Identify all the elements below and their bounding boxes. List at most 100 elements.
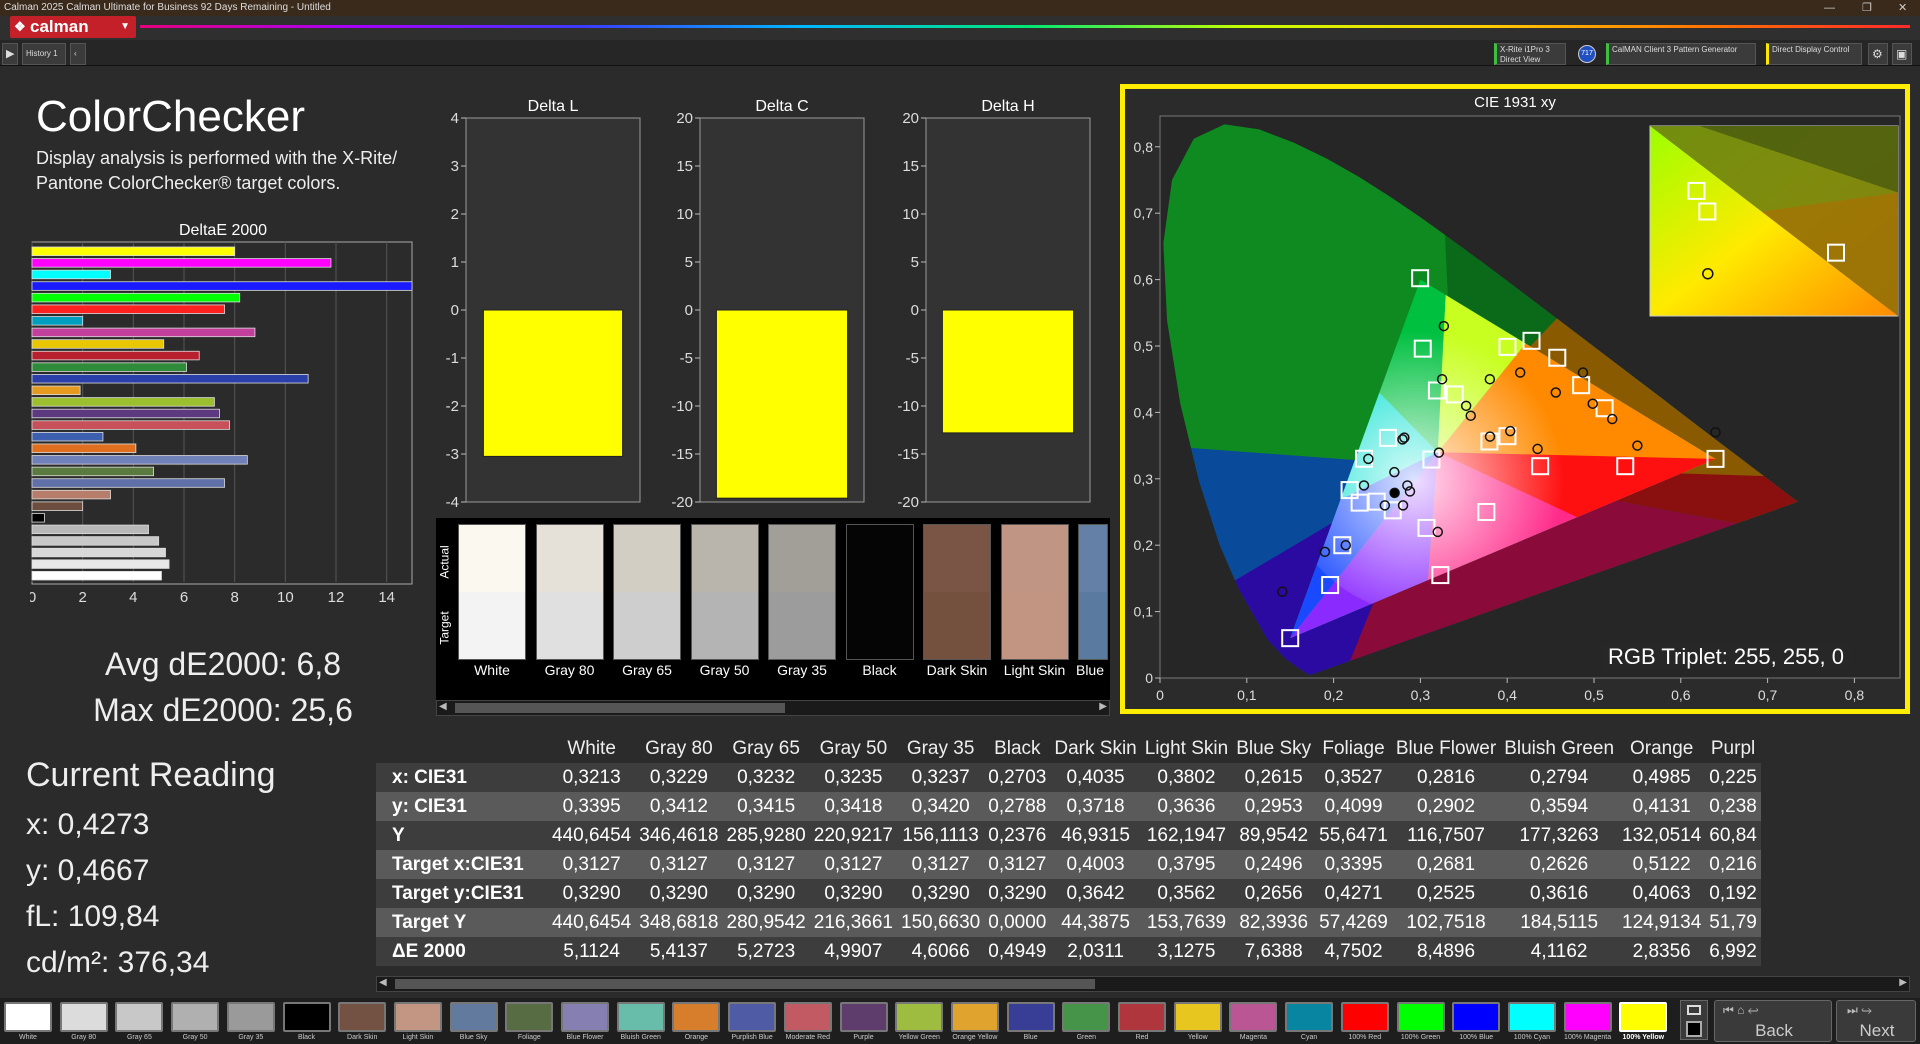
deltae-bar xyxy=(31,258,332,268)
patch-blue-sky[interactable] xyxy=(449,1002,498,1032)
deltae-bar xyxy=(31,536,160,546)
swatch-black[interactable] xyxy=(845,524,914,660)
table-cell: 0,3395 xyxy=(548,792,636,821)
patch-blue[interactable] xyxy=(1006,1002,1055,1032)
patch-bluish-green[interactable] xyxy=(616,1002,665,1032)
stop-square-icon xyxy=(1687,1005,1701,1015)
settings-icon[interactable]: ⚙ xyxy=(1868,43,1888,65)
swatch-blue[interactable] xyxy=(1078,524,1108,660)
swatch-white[interactable] xyxy=(458,524,526,660)
delta-tick-label: -20 xyxy=(897,494,919,511)
patch-gray-35[interactable] xyxy=(226,1002,275,1032)
patch-label: Red xyxy=(1135,1034,1149,1041)
patch-yellow[interactable] xyxy=(1173,1002,1222,1032)
delta-tick-label: 20 xyxy=(676,110,693,127)
patch-black[interactable] xyxy=(282,1002,331,1032)
table-cell: 4,6066 xyxy=(897,937,985,966)
patch-purplish-blue[interactable] xyxy=(728,1002,777,1032)
patch-gray-80[interactable] xyxy=(59,1002,108,1032)
table-column-header: Blue Flower xyxy=(1395,737,1497,759)
cie-x-tick-label: 0,6 xyxy=(1671,687,1691,703)
table-row-label: Y xyxy=(376,821,548,850)
patch-green[interactable] xyxy=(1062,1002,1111,1032)
patch-orange-yellow[interactable] xyxy=(950,1002,999,1032)
pattern-generator-selector[interactable]: CalMAN Client 3 Pattern Generator xyxy=(1606,43,1756,65)
delta-tick-label: 4 xyxy=(451,110,459,127)
patch-moderate-red[interactable] xyxy=(783,1002,832,1032)
swatch-label: Black xyxy=(862,662,897,678)
page-title: ColorChecker xyxy=(36,92,305,141)
patch-blue-flower[interactable] xyxy=(561,1002,609,1032)
patch-label: Purple xyxy=(853,1034,874,1041)
minimize-icon[interactable]: — xyxy=(1824,0,1835,16)
table-row: Target y:CIE31 0,3290 0,3290 0,3290 0,3290 0,… xyxy=(376,879,1761,908)
history-tab[interactable]: History 1 xyxy=(22,43,66,65)
table-cell: 0,2626 xyxy=(1500,850,1619,879)
patch-foliage[interactable] xyxy=(505,1002,554,1032)
table-scroll-left-icon[interactable]: ◀ xyxy=(379,977,387,988)
calman-logo[interactable]: ❖ calman ▼ xyxy=(10,16,136,38)
patch-100-yellow[interactable] xyxy=(1619,1002,1668,1032)
swatch-gray-65[interactable] xyxy=(613,524,681,660)
patch-100-magenta[interactable] xyxy=(1563,1002,1612,1032)
next-button[interactable]: ⏭ ↪ Next xyxy=(1836,1000,1916,1042)
patch-gray-65[interactable] xyxy=(115,1002,164,1032)
layout-icon[interactable]: ▣ xyxy=(1892,43,1912,65)
patch-red[interactable] xyxy=(1118,1002,1166,1032)
swatch-gray-35[interactable] xyxy=(768,524,836,660)
patch-white[interactable] xyxy=(4,1002,52,1032)
back-button[interactable]: ⏮ ⌂ ↩ Back xyxy=(1714,1000,1832,1042)
patch-dark-skin[interactable] xyxy=(338,1002,387,1032)
cie-y-tick-label: 0,4 xyxy=(1134,404,1154,420)
patch-orange[interactable] xyxy=(672,1002,721,1032)
deltae-bar xyxy=(31,559,170,569)
meter-badge[interactable]: 717 xyxy=(1578,45,1596,63)
swatch-label: Gray 50 xyxy=(699,662,750,678)
deltae-bar xyxy=(31,501,84,511)
swatch-scrollbar-thumb[interactable] xyxy=(455,703,785,713)
patch-cyan[interactable] xyxy=(1285,1002,1334,1032)
patch-label: Gray 65 xyxy=(126,1034,152,1041)
patch-purple[interactable] xyxy=(839,1002,888,1032)
patch-100-cyan[interactable] xyxy=(1507,1002,1556,1032)
deltae-bar xyxy=(31,385,81,396)
scroll-right-icon[interactable]: ▶ xyxy=(1099,701,1107,712)
table-scrollbar-thumb[interactable] xyxy=(395,979,1095,989)
patch-100-green[interactable] xyxy=(1396,1002,1445,1032)
delta-tick-label: 15 xyxy=(902,158,919,175)
restore-icon[interactable]: ❐ xyxy=(1862,0,1872,16)
table-scrollbar[interactable]: ◀ ▶ xyxy=(376,976,1910,992)
swatch-actual xyxy=(536,525,603,592)
swatch-scrollbar[interactable]: ◀ ▶ xyxy=(436,700,1110,716)
stop-button[interactable] xyxy=(1680,1000,1708,1040)
table-cell: 0,3127 xyxy=(548,850,636,879)
swatch-actual xyxy=(614,525,680,592)
swatch-light-skin[interactable] xyxy=(1000,524,1069,660)
swatch-gray-80[interactable] xyxy=(535,524,604,660)
history-add-button[interactable]: ‹ xyxy=(70,43,86,65)
swatch-gray-50[interactable] xyxy=(690,524,759,660)
delta-value-bar xyxy=(941,309,1075,434)
close-icon[interactable]: ✕ xyxy=(1898,0,1907,16)
display-control-selector[interactable]: Direct Display Control xyxy=(1766,43,1862,65)
play-icon[interactable]: ▶ xyxy=(2,43,18,65)
deltae-bar xyxy=(31,246,236,256)
table-cell: 0,3290 xyxy=(635,879,723,908)
patch-100-red[interactable] xyxy=(1340,1002,1389,1032)
patch-yellow-green[interactable] xyxy=(895,1002,944,1032)
patch-magenta[interactable] xyxy=(1229,1002,1278,1032)
scroll-left-icon[interactable]: ◀ xyxy=(439,701,447,712)
patch-gray-50[interactable] xyxy=(171,1002,220,1032)
patch-light-skin[interactable] xyxy=(393,1002,442,1032)
deltae-tick-label: 10 xyxy=(277,589,294,606)
delta-tick-label: 10 xyxy=(902,206,919,223)
swatch-dark-skin[interactable] xyxy=(923,524,991,660)
patch-100-blue[interactable] xyxy=(1452,1002,1501,1032)
swatch-actual xyxy=(1001,525,1068,592)
meter-selector[interactable]: X-Rite i1Pro 3 Direct View xyxy=(1494,43,1566,65)
table-scroll-right-icon[interactable]: ▶ xyxy=(1899,977,1907,988)
delta-tick-label: 5 xyxy=(685,254,693,271)
table-column-header: Light Skin xyxy=(1144,737,1229,759)
swatch-target xyxy=(769,592,835,659)
delta-tick-label: 0 xyxy=(451,302,459,319)
